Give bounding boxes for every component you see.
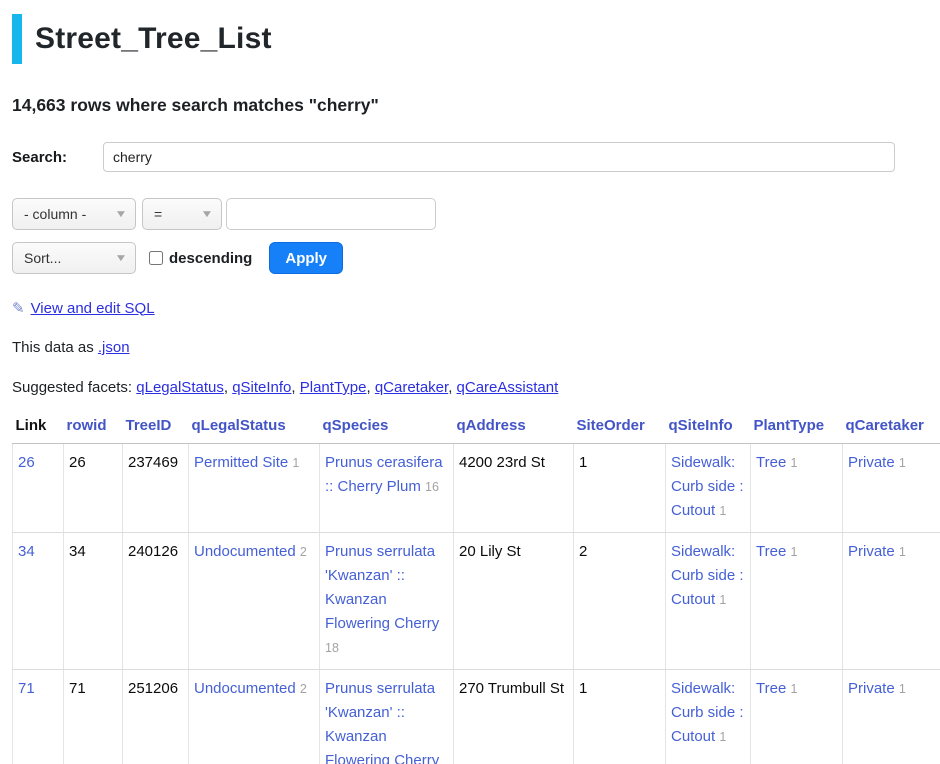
facet-link-qcareassistant[interactable]: qCareAssistant [457, 379, 559, 396]
column-header-planttype[interactable]: PlantType [751, 411, 843, 444]
siteorder-cell: 1 [574, 670, 666, 764]
search-row: Search: [12, 142, 940, 172]
qlegalstatus-link[interactable]: Undocumented [194, 543, 296, 560]
row-link[interactable]: 26 [18, 454, 35, 471]
treeid-cell: 251206 [123, 670, 189, 764]
descending-label: descending [169, 250, 252, 267]
facet-link-qsiteinfo[interactable]: qSiteInfo [232, 379, 291, 396]
qsiteinfo-link[interactable]: Sidewalk: Curb side : Cutout [671, 543, 744, 608]
suggested-facets-row: Suggested facets: qLegalStatus, qSiteInf… [12, 379, 940, 396]
treeid-cell: 240126 [123, 533, 189, 670]
descending-checkbox[interactable] [149, 251, 163, 265]
apply-button[interactable]: Apply [269, 242, 343, 274]
facet-count: 1 [899, 682, 906, 696]
column-header-treeid[interactable]: TreeID [123, 411, 189, 444]
siteorder-cell: 1 [574, 444, 666, 533]
facet-count: 1 [719, 593, 726, 607]
qlegalstatus-link[interactable]: Undocumented [194, 680, 296, 697]
facet-count: 1 [719, 504, 726, 518]
column-select[interactable]: - column - ▼ [12, 198, 136, 230]
table-row: 71 71 251206 Undocumented 2 Prunus serru… [13, 670, 940, 764]
column-header-qaddress[interactable]: qAddress [454, 411, 574, 444]
planttype-link[interactable]: Tree [756, 680, 786, 697]
column-header-siteorder[interactable]: SiteOrder [574, 411, 666, 444]
json-link[interactable]: .json [98, 339, 130, 356]
qaddress-cell: 4200 23rd St [454, 444, 574, 533]
facet-count: 1 [899, 545, 906, 559]
row-count-summary: 14,663 rows where search matches "cherry… [12, 95, 940, 116]
qsiteinfo-link[interactable]: Sidewalk: Curb side : Cutout [671, 680, 744, 745]
search-input[interactable] [103, 142, 895, 172]
column-header-rowid[interactable]: rowid [64, 411, 123, 444]
qcaretaker-link[interactable]: Private [848, 543, 895, 560]
facet-count: 2 [300, 682, 307, 696]
filter-row: - column - ▼ = ▼ [12, 198, 940, 230]
qspecies-link[interactable]: Prunus serrulata 'Kwanzan' :: Kwanzan Fl… [325, 543, 439, 632]
qspecies-link[interactable]: Prunus serrulata 'Kwanzan' :: Kwanzan Fl… [325, 680, 439, 764]
facet-link-planttype[interactable]: PlantType [300, 379, 367, 396]
search-label: Search: [12, 149, 103, 166]
planttype-link[interactable]: Tree [756, 454, 786, 471]
qsiteinfo-link[interactable]: Sidewalk: Curb side : Cutout [671, 454, 744, 519]
data-as-label: This data as [12, 339, 94, 356]
page: Street_Tree_List 14,663 rows where searc… [0, 0, 940, 764]
qlegalstatus-link[interactable]: Permitted Site [194, 454, 288, 471]
facet-count: 1 [292, 456, 299, 470]
chevron-down-icon: ▼ [114, 209, 127, 220]
rowid-cell: 71 [64, 670, 123, 764]
operator-select[interactable]: = ▼ [142, 198, 222, 230]
planttype-link[interactable]: Tree [756, 543, 786, 560]
facet-count: 1 [790, 682, 797, 696]
facet-count: 1 [899, 456, 906, 470]
table-row: 26 26 237469 Permitted Site 1 Prunus cer… [13, 444, 940, 533]
facet-count: 1 [790, 545, 797, 559]
data-export-row: This data as .json [12, 339, 940, 356]
qaddress-cell: 270 Trumbull St [454, 670, 574, 764]
sort-row: Sort... ▼ descending Apply [12, 242, 940, 274]
qcaretaker-link[interactable]: Private [848, 680, 895, 697]
pencil-icon: ✎ [12, 299, 25, 317]
facet-count: 2 [300, 545, 307, 559]
page-title: Street_Tree_List [12, 14, 940, 64]
chevron-down-icon: ▼ [200, 209, 213, 220]
qcaretaker-link[interactable]: Private [848, 454, 895, 471]
column-header-link: Link [13, 411, 64, 444]
column-header-qsiteinfo[interactable]: qSiteInfo [666, 411, 751, 444]
column-header-qcaretaker[interactable]: qCaretaker [843, 411, 940, 444]
table-row: 34 34 240126 Undocumented 2 Prunus serru… [13, 533, 940, 670]
facet-link-qlegalstatus[interactable]: qLegalStatus [136, 379, 224, 396]
facet-count: 1 [790, 456, 797, 470]
qaddress-cell: 20 Lily St [454, 533, 574, 670]
facet-count: 16 [425, 480, 439, 494]
siteorder-cell: 2 [574, 533, 666, 670]
facet-link-qcaretaker[interactable]: qCaretaker [375, 379, 448, 396]
header-row: Link rowid TreeID qLegalStatus qSpecies … [13, 411, 940, 444]
view-edit-sql-link[interactable]: View and edit SQL [31, 300, 155, 317]
treeid-cell: 237469 [123, 444, 189, 533]
row-link[interactable]: 71 [18, 680, 35, 697]
rowid-cell: 26 [64, 444, 123, 533]
chevron-down-icon: ▼ [114, 253, 127, 264]
rowid-cell: 34 [64, 533, 123, 670]
facet-count: 1 [719, 730, 726, 744]
sort-select[interactable]: Sort... ▼ [12, 242, 136, 274]
column-header-qlegalstatus[interactable]: qLegalStatus [189, 411, 320, 444]
column-header-qspecies[interactable]: qSpecies [320, 411, 454, 444]
row-link[interactable]: 34 [18, 543, 35, 560]
facet-count: 18 [325, 641, 339, 655]
filter-value-input[interactable] [226, 198, 436, 230]
sql-link-row: ✎ View and edit SQL [12, 299, 940, 317]
facets-prefix: Suggested facets: [12, 379, 132, 396]
results-table: Link rowid TreeID qLegalStatus qSpecies … [12, 411, 940, 764]
